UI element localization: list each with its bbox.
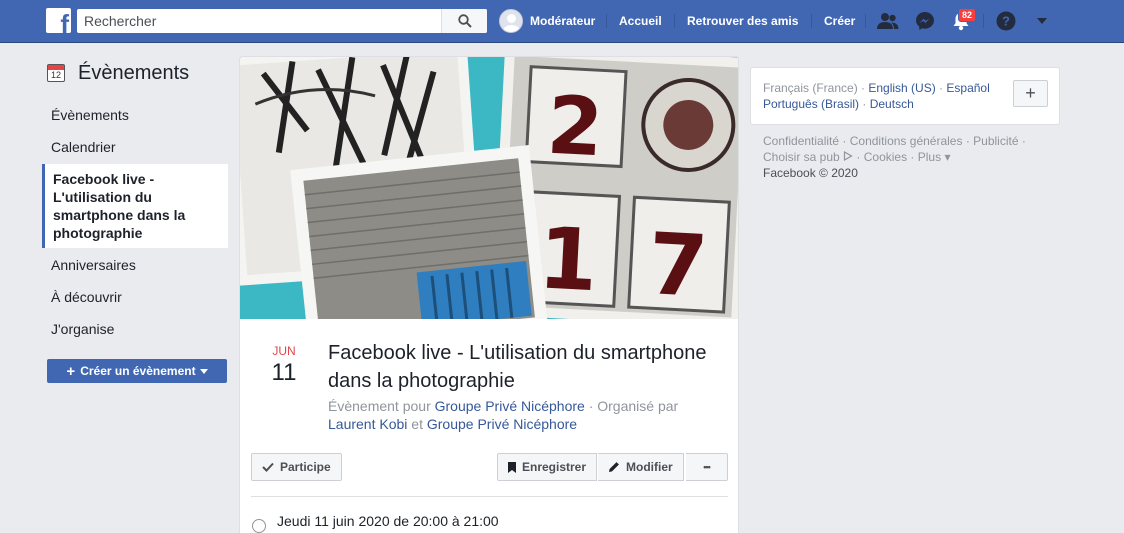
sidebar-item-birthdays[interactable]: Anniversaires: [42, 249, 228, 281]
help-icon: ?: [996, 11, 1016, 31]
event-month: JUN: [272, 344, 296, 358]
event-meta-prefix: Évènement pour: [328, 398, 431, 414]
friends-icon: [877, 13, 899, 29]
bookmark-icon: [508, 461, 516, 473]
nav-divider: [865, 14, 866, 28]
save-label: Enregistrer: [522, 460, 587, 474]
event-cover-photo[interactable]: 2 1 7: [240, 57, 738, 319]
facebook-logo-glyph: f: [60, 9, 69, 33]
event-organised-by: · Organisé par: [588, 398, 679, 414]
calendar-icon-day: 12: [50, 70, 61, 80]
create-event-label: Créer un évènement: [80, 364, 196, 378]
sidebar-item-events[interactable]: Évènements: [42, 99, 228, 131]
account-menu-button[interactable]: [1030, 9, 1054, 33]
footer-link-more[interactable]: Plus: [918, 150, 941, 164]
copyright: Facebook © 2020: [763, 166, 858, 180]
calendar-icon: 12: [47, 64, 65, 82]
footer-link-ad-choices[interactable]: Choisir sa pub: [763, 150, 840, 164]
sidebar-header: 12 Évènements: [47, 62, 189, 84]
add-language-button[interactable]: +: [1013, 80, 1048, 107]
caret-down-icon: [1037, 18, 1047, 24]
cover-illustration: 2 1 7: [240, 57, 738, 319]
edit-label: Modifier: [626, 460, 673, 474]
help-button[interactable]: ?: [994, 9, 1018, 33]
ad-choices-icon: [843, 150, 853, 162]
profile-name: Modérateur: [530, 14, 596, 28]
nav-divider: [606, 14, 607, 28]
language-link-english[interactable]: English (US): [868, 81, 935, 95]
top-bar: f Modérateur Accueil Retrouver des amis …: [0, 0, 1124, 43]
create-label: Créer: [824, 14, 856, 28]
event-meta: Évènement pour Groupe Privé Nicéphore · …: [328, 397, 728, 433]
messenger-button[interactable]: [913, 9, 937, 33]
cover-number-1: 1: [536, 209, 600, 311]
sidebar-item-hosting[interactable]: J'organise: [42, 313, 228, 345]
language-selector: Français (France) · English (US) · Españ…: [750, 67, 1060, 125]
page-title: Évènements: [78, 61, 190, 84]
search-button[interactable]: [441, 9, 487, 33]
cover-number-2: 2: [545, 79, 605, 175]
footer-link-ads[interactable]: Publicité: [973, 134, 1018, 148]
messenger-icon: [916, 12, 934, 30]
sidebar-nav: Évènements Calendrier Facebook live - L'…: [42, 99, 228, 345]
language-link-german[interactable]: Deutsch: [870, 97, 914, 111]
nav-divider: [811, 14, 812, 28]
going-button[interactable]: Participe: [251, 453, 342, 481]
language-list: Français (France) · English (US) · Españ…: [763, 81, 990, 111]
nav-divider: [983, 14, 984, 28]
sidebar-item-calendar[interactable]: Calendrier: [42, 131, 228, 163]
create-event-button[interactable]: + Créer un évènement: [47, 359, 227, 383]
svg-text:?: ?: [1002, 14, 1010, 29]
find-friends-link[interactable]: Retrouver des amis: [687, 0, 798, 42]
card-divider: [251, 496, 728, 497]
caret-down-icon: ▾: [944, 150, 951, 164]
save-button[interactable]: Enregistrer: [497, 453, 598, 481]
checkmark-icon: [262, 462, 274, 472]
language-current: Français (France): [763, 81, 858, 95]
facebook-logo[interactable]: f: [46, 8, 71, 33]
event-and: et: [411, 416, 423, 432]
cover-number-7: 7: [646, 215, 710, 317]
event-date-time: Jeudi 11 juin 2020 de 20:00 à 21:00: [277, 513, 499, 529]
pencil-icon: [609, 462, 619, 472]
event-group-link[interactable]: Groupe Privé Nicéphore: [435, 398, 585, 414]
create-link[interactable]: Créer: [824, 0, 855, 42]
going-label: Participe: [280, 460, 331, 474]
language-link-portuguese[interactable]: Português (Brasil): [763, 97, 859, 111]
event-title: Facebook live - L'utilisation du smartph…: [328, 342, 707, 392]
event-group-link-2[interactable]: Groupe Privé Nicéphore: [427, 416, 577, 432]
home-label: Accueil: [619, 14, 662, 28]
plus-icon: +: [66, 362, 76, 380]
footer-links: Confidentialité · Conditions générales ·…: [763, 133, 1053, 181]
sidebar-item-discover[interactable]: À découvrir: [42, 281, 228, 313]
find-friends-label: Retrouver des amis: [687, 14, 799, 28]
clock-icon: [252, 519, 266, 533]
caret-down-icon: [199, 368, 208, 374]
language-link-spanish[interactable]: Español: [946, 81, 989, 95]
footer-link-cookies[interactable]: Cookies: [864, 150, 907, 164]
friend-requests-button[interactable]: [876, 9, 900, 33]
event-card: 2 1 7 JUN 11 Facebook live - L'utilisati…: [239, 56, 739, 533]
event-organiser-link[interactable]: Laurent Kobi: [328, 416, 407, 432]
search-icon: [457, 14, 472, 28]
event-day: 11: [271, 359, 297, 386]
avatar: [499, 9, 523, 33]
home-link[interactable]: Accueil: [619, 0, 662, 42]
sidebar-item-current-event[interactable]: Facebook live - L'utilisation du smartph…: [42, 164, 228, 248]
nav-divider: [674, 14, 675, 28]
footer-link-privacy[interactable]: Confidentialité: [763, 134, 839, 148]
more-options-icon: •••: [703, 462, 711, 472]
profile-link[interactable]: Modérateur: [499, 0, 595, 42]
notifications-badge: 82: [958, 8, 977, 22]
edit-button[interactable]: Modifier: [598, 453, 684, 481]
more-options-button[interactable]: •••: [686, 453, 728, 481]
footer-link-terms[interactable]: Conditions générales: [850, 134, 963, 148]
event-date-block: JUN 11: [260, 344, 308, 387]
search-input[interactable]: [77, 9, 441, 33]
search-box: [77, 9, 487, 33]
